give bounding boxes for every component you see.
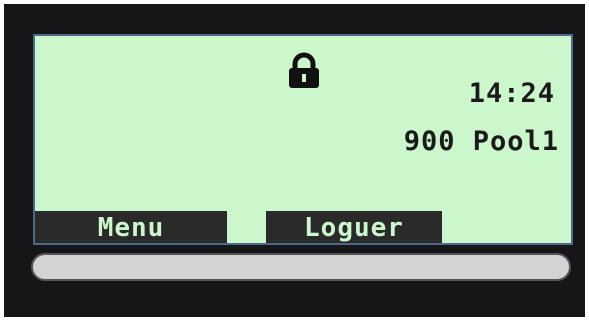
lock-icon [289, 52, 319, 88]
extension-status-line: 900 Pool1 [403, 126, 559, 157]
softkey-loguer[interactable]: Loguer [266, 211, 442, 243]
phone-device-frame: 14:24 900 Pool1 Menu Loguer [4, 4, 585, 317]
bottom-slot-bar [31, 253, 571, 281]
clock-time: 14:24 [468, 78, 555, 109]
lcd-screen: 14:24 900 Pool1 Menu Loguer [33, 34, 573, 245]
softkey-menu[interactable]: Menu [35, 211, 227, 243]
